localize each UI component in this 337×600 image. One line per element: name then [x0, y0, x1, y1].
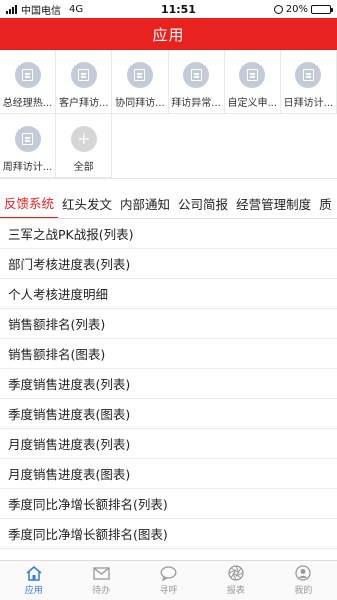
report-list-item[interactable]: 季度同比净增长额排名(图表)	[0, 519, 337, 549]
tab-item[interactable]: 反馈系统	[0, 189, 59, 218]
network-label: 4G	[69, 3, 84, 15]
report-list-item[interactable]: 月度销售进度表(列表)	[0, 429, 337, 459]
app-item[interactable]: 客户拜访...	[56, 50, 113, 114]
report-list-item[interactable]: 季度销售进度表(图表)	[0, 399, 337, 429]
report-list-item[interactable]: 部门考核进度表(列表)	[0, 249, 337, 279]
tab-item[interactable]: 公司简报	[174, 189, 232, 218]
app-label: 总经理热...	[2, 98, 53, 109]
doc-icon	[239, 62, 266, 88]
nav-label: 应用	[24, 586, 43, 596]
app-label: 日拜访计...	[283, 98, 334, 109]
chat-icon	[160, 565, 178, 581]
doc-icon	[14, 126, 41, 152]
user-icon	[294, 565, 312, 581]
doc-icon	[70, 62, 97, 88]
tab-item[interactable]: 经营管理制度	[232, 189, 315, 218]
report-list: 三军之战PK战报(列表) 部门考核进度表(列表) 个人考核进度明细 销售额排名(列表)…	[0, 219, 337, 549]
plus-icon: +	[70, 126, 97, 152]
nav-item[interactable]: 报表	[202, 561, 269, 600]
doc-icon	[183, 62, 210, 88]
app-label: 全部	[73, 162, 94, 173]
nav-item[interactable]: 我的	[270, 561, 337, 600]
nav-item[interactable]: 应用	[0, 561, 67, 600]
nav-label: 我的	[294, 586, 313, 596]
empty-cell	[112, 114, 168, 178]
app-label: 客户拜访...	[58, 98, 109, 109]
report-list-item[interactable]: 个人考核进度明细	[0, 279, 337, 309]
status-left: 中国电信 4G	[6, 2, 83, 17]
nav-label: 寻呼	[159, 586, 178, 596]
page-title: 应用	[152, 25, 185, 44]
doc-icon	[14, 62, 41, 88]
doc-icon	[295, 62, 322, 88]
app-item[interactable]: 周拜访计...	[0, 114, 57, 178]
nav-item[interactable]: 寻呼	[135, 561, 202, 600]
category-tabs: 反馈系统 红头发文 内部通知 公司简报 经营管理制度质	[0, 189, 337, 219]
app-label: 周拜访计...	[2, 162, 53, 173]
signal-icon	[6, 4, 17, 14]
nav-item[interactable]: 待办	[67, 561, 134, 600]
app-item[interactable]: 总经理热...	[0, 50, 57, 114]
empty-cell	[225, 114, 281, 178]
battery-percent: 20%	[285, 3, 308, 15]
app-item[interactable]: 日拜访计...	[280, 50, 337, 114]
report-list-item[interactable]: 销售额排名(列表)	[0, 309, 337, 339]
carrier-label: 中国电信	[21, 5, 61, 17]
doc-icon	[126, 62, 153, 88]
app-label: 自定义申...	[227, 98, 278, 109]
nav-label: 待办	[92, 586, 111, 596]
app-header: 应用	[0, 18, 337, 50]
app-item[interactable]: 协同拜访...	[112, 50, 169, 114]
nav-label: 报表	[226, 586, 245, 596]
report-list-item[interactable]: 三军之战PK战报(列表)	[0, 219, 337, 249]
tab-item[interactable]: 红头发文	[58, 189, 116, 218]
app-item[interactable]: + 全部	[56, 114, 113, 178]
report-list-item[interactable]: 季度销售进度表(列表)	[0, 369, 337, 399]
app-grid: 总经理热... 客户拜访... 协同拜访... 拜访异常... 自定义申... 日拜访计.…	[0, 50, 337, 179]
mail-icon	[92, 565, 110, 581]
status-bar: 中国电信 4G 11:51 20%	[0, 0, 337, 18]
report-list-item[interactable]: 季度同比净增长额排名(列表)	[0, 489, 337, 519]
home-icon	[25, 565, 43, 581]
tab-item[interactable]: 质	[315, 189, 336, 218]
aperture-icon	[227, 565, 245, 581]
empty-cell	[281, 114, 337, 178]
bottom-nav: 应用 待办 寻呼 报表 我的	[0, 560, 337, 600]
empty-cell	[169, 114, 225, 178]
alarm-icon	[273, 4, 283, 14]
app-label: 拜访异常...	[171, 98, 221, 109]
report-list-item[interactable]: 销售额排名(图表)	[0, 339, 337, 369]
tab-item[interactable]: 内部通知	[116, 189, 174, 218]
status-right: 20%	[273, 3, 333, 15]
clock: 11:51	[160, 2, 196, 16]
app-item[interactable]: 拜访异常...	[168, 50, 225, 114]
battery-icon	[311, 4, 333, 14]
app-label: 协同拜访...	[115, 98, 165, 109]
report-list-item[interactable]: 月度销售进度表(图表)	[0, 459, 337, 489]
app-item[interactable]: 自定义申...	[224, 50, 281, 114]
